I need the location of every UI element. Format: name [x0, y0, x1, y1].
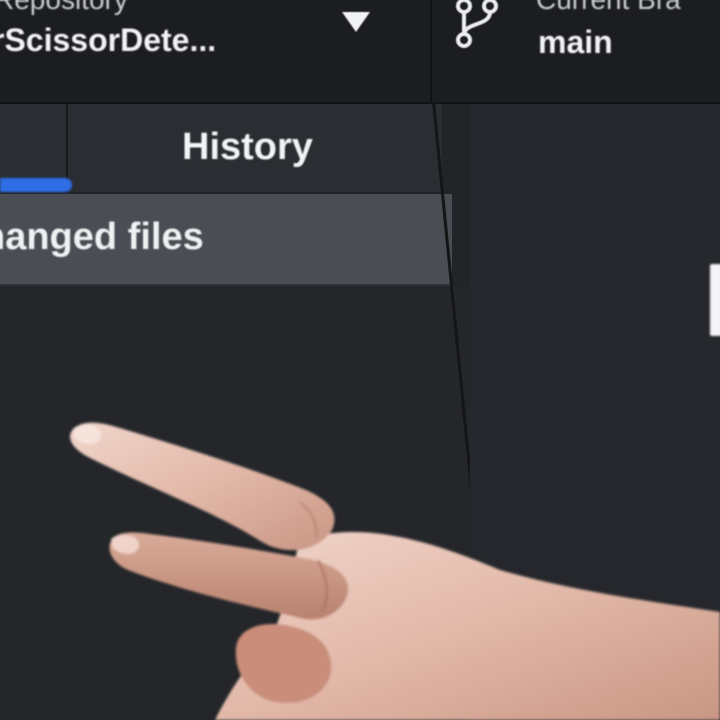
branch-selector[interactable]: Current Bra main: [432, 0, 720, 102]
repository-caption: Repository: [0, 0, 128, 16]
tab-history-label: History: [182, 126, 313, 168]
changed-files-list: [0, 286, 470, 720]
repository-name: rScissorDete...: [0, 22, 217, 58]
changed-files-header[interactable]: hanged files: [0, 194, 452, 286]
repository-selector[interactable]: Repository rScissorDete...: [0, 0, 432, 102]
diff-content-edge: [710, 264, 720, 336]
branch-caption: Current Bra: [536, 0, 681, 16]
tab-changes[interactable]: [0, 104, 72, 192]
diff-panel: [470, 104, 720, 720]
caret-down-icon[interactable]: [338, 6, 374, 36]
tab-history[interactable]: History: [68, 104, 442, 192]
desktop-app-window: Repository rScissorDete... Current Bra m…: [0, 0, 720, 720]
changed-files-label: hanged files: [0, 216, 204, 258]
sidebar: History hanged files: [0, 104, 470, 720]
git-branch-icon: [452, 0, 502, 52]
active-tab-indicator: [0, 178, 72, 192]
tab-bar: History: [0, 104, 442, 192]
branch-name: main: [538, 24, 613, 60]
toolbar: Repository rScissorDete... Current Bra m…: [0, 0, 720, 104]
